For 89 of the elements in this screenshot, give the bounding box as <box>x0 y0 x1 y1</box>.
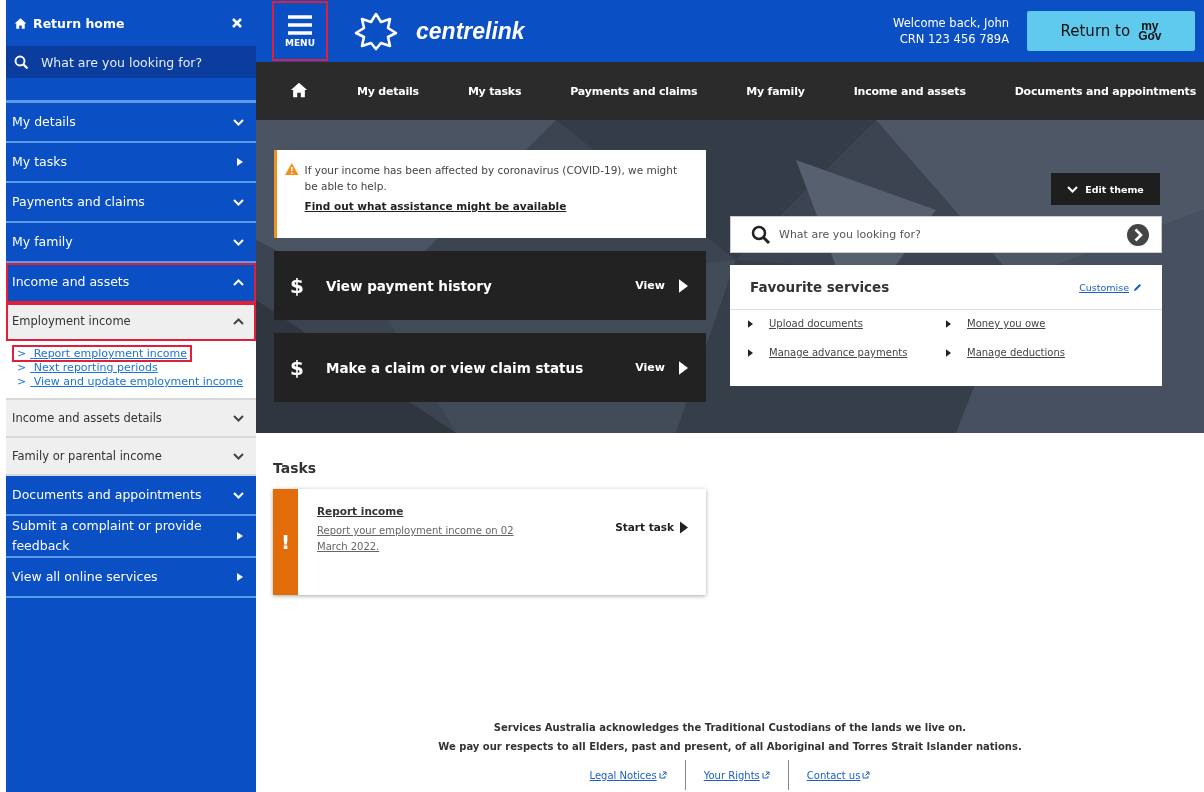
card-title: Make a claim or view claim status <box>326 359 585 376</box>
tasks-heading: Tasks <box>273 460 318 476</box>
chevron-down-icon <box>233 238 244 246</box>
chevron-up-icon <box>233 317 244 325</box>
view-link[interactable]: View <box>635 360 688 375</box>
mygov-logo: my Gov <box>1138 21 1162 41</box>
search-field[interactable]: What are you looking for? <box>730 216 1162 253</box>
task-description-link[interactable]: Report your employment income on 02 March 2022. <box>317 523 547 555</box>
search-input[interactable]: What are you looking for? <box>39 53 248 71</box>
close-icon[interactable] <box>232 18 242 28</box>
crn-text: CRN 123 456 789A <box>898 31 1009 47</box>
acknowledgement-text: Services Australia acknowledges the Traditional Custodians of the lands we live on. <box>493 721 967 735</box>
submenu-link[interactable]: > Report employment income <box>14 347 190 360</box>
chevron-down-icon <box>1067 185 1079 193</box>
submenu-link[interactable]: > Next reporting periods <box>14 361 161 374</box>
favourite-link[interactable]: Money you owe <box>967 318 1046 329</box>
bullet-arrow-icon <box>748 348 753 357</box>
chevron-down-icon <box>233 491 244 499</box>
card-title: View payment history <box>326 277 493 294</box>
nav-link[interactable]: My tasks <box>467 84 522 98</box>
chevron-down-icon <box>233 452 244 460</box>
favourite-link[interactable]: Manage advance payments <box>769 347 908 358</box>
acknowledgement-text: We pay our respects to all Elders, past and present, of all Aboriginal and Torres Strait Islander nations. <box>438 740 1022 754</box>
welcome-text: Welcome back, John <box>893 15 1009 31</box>
nav-link[interactable]: My details <box>356 84 419 98</box>
search-icon <box>14 54 29 70</box>
action-card[interactable]: $ Make a claim or view claim status View <box>274 333 706 402</box>
link-label: Report employment income <box>33 347 187 360</box>
bullet-arrow-icon <box>946 319 951 328</box>
nav-link[interactable]: My family <box>746 84 805 98</box>
brand-name: centrelink <box>416 17 525 45</box>
task-title-link[interactable]: Report income <box>317 505 616 517</box>
alert-marker: ! <box>273 489 298 595</box>
chevron-down-icon <box>233 414 244 422</box>
dollar-icon: $ <box>290 355 326 380</box>
submenu-item[interactable]: Family or parental income <box>6 438 256 476</box>
alert-message: If your income has been affected by coronavirus (COVID-19), we might be able to help. <box>304 163 679 194</box>
nav-link[interactable]: Documents and appointments <box>1014 84 1196 98</box>
bullet-arrow-icon <box>946 348 951 357</box>
dollar-icon: $ <box>290 273 326 298</box>
play-icon <box>679 360 688 375</box>
search-icon <box>751 224 771 245</box>
home-icon <box>290 80 308 99</box>
link-marker: > <box>17 361 27 374</box>
menu-item[interactable]: Submit a complaint or provide feedback <box>6 516 256 558</box>
nav-link[interactable]: Payments and claims <box>570 84 698 98</box>
menu-item[interactable]: Documents and appointments <box>6 476 256 516</box>
home-icon <box>14 16 27 30</box>
link-label: View and update employment income <box>33 375 244 388</box>
view-link[interactable]: View <box>635 278 688 293</box>
start-task-link[interactable]: Start task <box>615 489 706 595</box>
favourite-link[interactable]: Manage deductions <box>967 347 1065 358</box>
link-marker: > <box>17 347 27 360</box>
play-icon <box>680 521 688 534</box>
external-link-icon <box>862 771 871 779</box>
action-card[interactable]: $ View payment history View <box>274 251 706 320</box>
menu-item[interactable]: Income and assets <box>6 263 256 303</box>
submenu-item[interactable]: Employment income <box>6 303 256 341</box>
external-link-icon <box>761 771 770 779</box>
right-arrow-icon <box>236 572 244 582</box>
warning-icon <box>285 162 299 176</box>
link-marker: > <box>17 375 27 388</box>
edit-theme-button[interactable]: Edit theme <box>1051 173 1160 205</box>
footer-link[interactable]: Contact us <box>787 760 889 790</box>
favourite-link[interactable]: Upload documents <box>769 318 863 329</box>
submenu-link[interactable]: > View and update employment income <box>14 375 247 388</box>
menu-button[interactable]: MENU <box>272 1 328 61</box>
customise-link[interactable]: Customise <box>1079 281 1142 293</box>
search-field[interactable]: What are you looking for? <box>6 46 256 78</box>
footer-link[interactable]: Legal Notices <box>571 760 685 790</box>
return-home-link[interactable]: Return home <box>14 15 125 31</box>
external-link-icon <box>658 771 667 779</box>
footer-link[interactable]: Your Rights <box>684 760 788 790</box>
chevron-down-icon <box>233 198 244 206</box>
submenu-item[interactable]: Income and assets details <box>6 400 256 438</box>
right-arrow-icon <box>236 157 244 167</box>
pencil-icon <box>1133 282 1142 292</box>
chevron-down-icon <box>233 118 244 126</box>
link-label: Next reporting periods <box>33 361 158 374</box>
favourites-title: Favourite services <box>750 279 890 295</box>
bullet-arrow-icon <box>748 319 753 328</box>
nav-link[interactable]: Income and assets <box>853 84 966 98</box>
menu-icon <box>288 14 312 35</box>
chevron-up-icon <box>233 278 244 286</box>
assistance-link[interactable]: Find out what assistance might be available <box>304 198 692 214</box>
star-logo-icon <box>354 11 398 51</box>
menu-item[interactable]: View all online services <box>6 558 256 598</box>
right-arrow-icon <box>236 531 244 541</box>
play-icon <box>679 278 688 293</box>
